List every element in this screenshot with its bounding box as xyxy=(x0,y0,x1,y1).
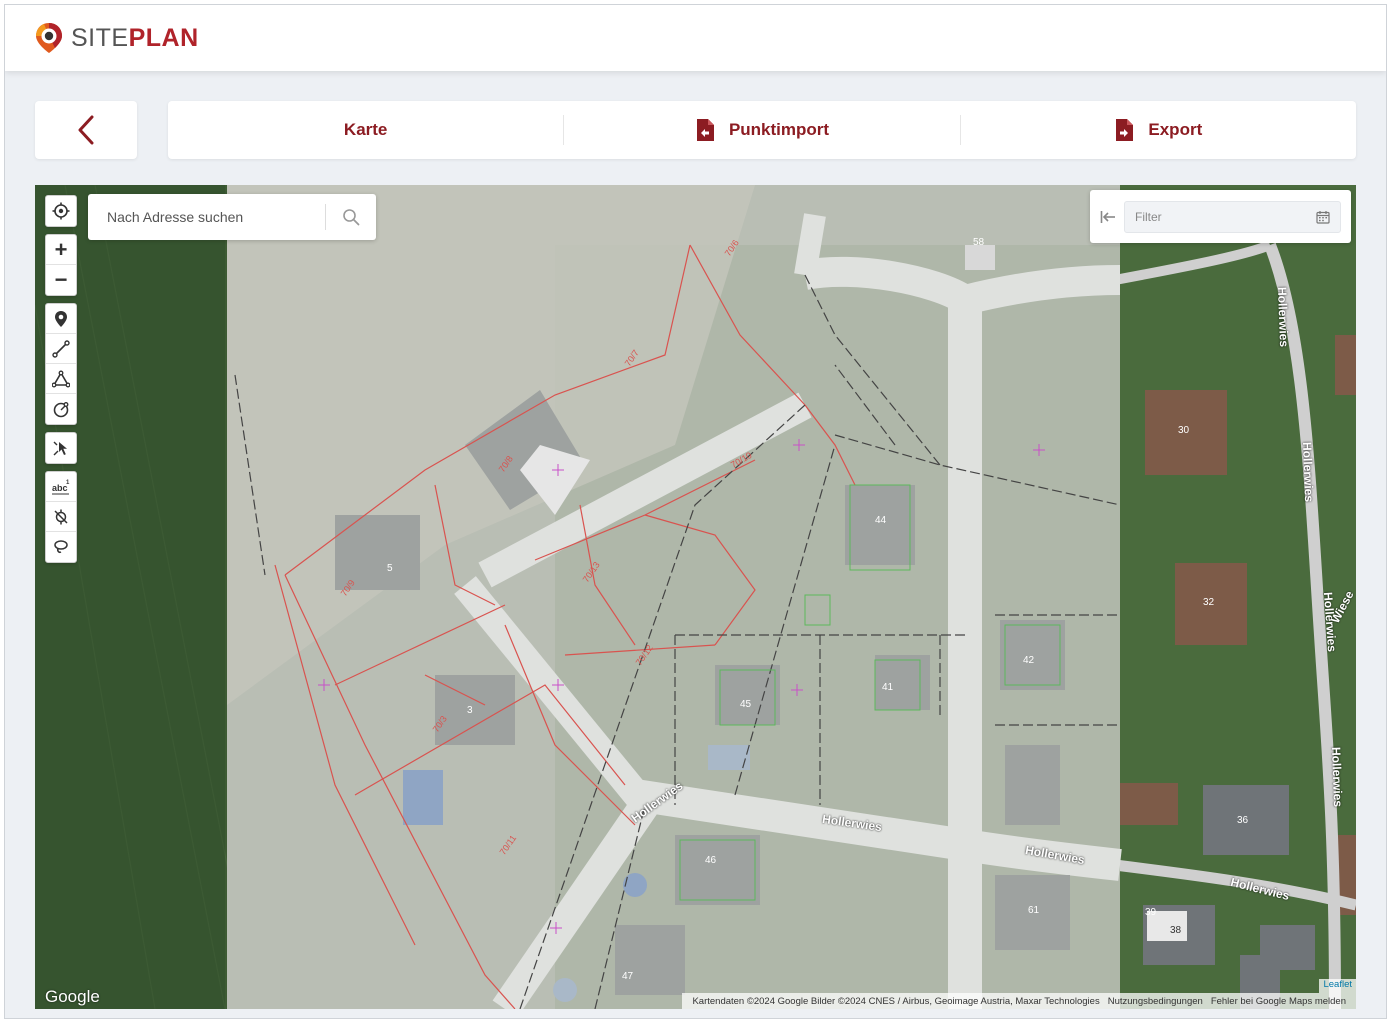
calendar-icon[interactable] xyxy=(1316,210,1330,224)
edit-group: abc 1 xyxy=(45,471,77,563)
house-number: 32 xyxy=(1203,597,1215,608)
house-number: 36 xyxy=(1237,815,1249,826)
polyline-icon xyxy=(52,339,70,358)
report-link[interactable]: Fehler bei Google Maps melden xyxy=(1211,996,1346,1007)
tab-punktimport-label: Punktimport xyxy=(728,120,830,139)
top-bar: SITEPLAN xyxy=(5,5,1386,71)
house-number: 41 xyxy=(882,682,894,693)
zoom-in-button[interactable]: + xyxy=(46,235,76,265)
draw-marker-button[interactable] xyxy=(46,304,76,334)
filter-field xyxy=(1124,200,1341,233)
tab-karte[interactable]: Karte xyxy=(168,101,563,159)
draw-polyline-button[interactable] xyxy=(46,334,76,364)
collapse-filter-button[interactable] xyxy=(1100,210,1116,224)
google-logo: Google xyxy=(45,987,100,1006)
satellite-plan-layer xyxy=(35,185,1356,1009)
label-button[interactable]: abc 1 xyxy=(46,472,76,502)
zoom-in-icon: + xyxy=(54,236,68,262)
search-button[interactable] xyxy=(326,194,376,240)
chevron-left-icon xyxy=(78,115,94,145)
draw-circle-button[interactable] xyxy=(46,394,76,424)
disable-snap-button[interactable] xyxy=(46,502,76,532)
zoom-out-button[interactable]: − xyxy=(46,265,76,295)
leaflet-link[interactable]: Leaflet xyxy=(1319,979,1356,993)
house-number: 3 xyxy=(467,705,473,716)
street-label: Hollerwies xyxy=(1328,746,1346,808)
select-group xyxy=(45,432,77,464)
brand-name: SITEPLAN xyxy=(71,24,199,53)
back-button[interactable] xyxy=(35,101,137,159)
tab-export[interactable]: Export xyxy=(961,101,1356,159)
polygon-icon xyxy=(52,370,70,387)
locate-icon xyxy=(52,202,70,220)
terms-link[interactable]: Nutzungsbedingungen xyxy=(1108,996,1203,1007)
collapse-arrow-icon xyxy=(1100,210,1115,223)
pointer-tool-button[interactable] xyxy=(46,433,76,463)
brand-name-light: SITE xyxy=(71,23,129,52)
locate-button[interactable] xyxy=(46,196,76,226)
svg-text:1: 1 xyxy=(66,480,70,486)
house-number: 44 xyxy=(875,515,887,526)
house-number: 58 xyxy=(973,237,985,248)
locate-group xyxy=(45,195,77,227)
map-toolbar: + − abc 1 xyxy=(45,195,77,570)
house-number: 46 xyxy=(705,855,717,866)
pointer-tool-icon xyxy=(53,441,67,456)
brand-name-bold: PLAN xyxy=(128,23,199,52)
house-number: 30 xyxy=(1178,425,1190,436)
label-icon: abc 1 xyxy=(52,480,70,494)
lasso-icon xyxy=(54,540,68,553)
search-input[interactable] xyxy=(88,194,325,240)
tab-karte-label: Karte xyxy=(343,120,388,139)
map-attribution: Kartendaten ©2024 Google Bilder ©2024 CN… xyxy=(682,993,1356,1009)
draw-group xyxy=(45,303,77,425)
location-pin-logo-icon xyxy=(36,23,62,53)
draw-polygon-button[interactable] xyxy=(46,364,76,394)
file-export-icon xyxy=(1116,119,1134,141)
zoom-out-icon: − xyxy=(54,267,68,292)
siteplan-logo[interactable]: SITEPLAN xyxy=(33,21,199,55)
house-number: 39 xyxy=(1145,907,1157,918)
disable-snap-icon xyxy=(54,509,68,524)
attribution-data: Kartendaten ©2024 Google Bilder ©2024 CN… xyxy=(692,995,1100,1007)
house-number: 42 xyxy=(1023,655,1035,666)
street-label: Hollerwies xyxy=(1299,441,1317,503)
file-import-icon xyxy=(696,119,714,141)
circle-icon xyxy=(53,402,69,418)
lasso-button[interactable] xyxy=(46,532,76,562)
search-icon xyxy=(343,209,360,226)
address-search xyxy=(88,194,376,240)
app-frame: SITEPLAN Karte Punktimport Export Holler… xyxy=(4,4,1387,1019)
marker-icon xyxy=(55,310,67,327)
house-number: 61 xyxy=(1028,905,1040,916)
tab-bar: Karte Punktimport Export xyxy=(168,101,1356,159)
house-number: 5 xyxy=(387,563,393,574)
tab-punktimport[interactable]: Punktimport xyxy=(564,101,959,159)
house-number: 45 xyxy=(740,699,752,710)
house-number: 47 xyxy=(622,971,634,982)
zoom-group: + − xyxy=(45,234,77,296)
filter-panel xyxy=(1090,190,1351,243)
house-number: 38 xyxy=(1170,925,1182,936)
street-label: Hollerwies xyxy=(1274,286,1292,348)
map-view[interactable]: Hollerwies Hollerwies Hollerwies Hollerw… xyxy=(35,185,1356,1009)
filter-input[interactable] xyxy=(1135,209,1316,224)
tab-export-label: Export xyxy=(1148,120,1203,139)
